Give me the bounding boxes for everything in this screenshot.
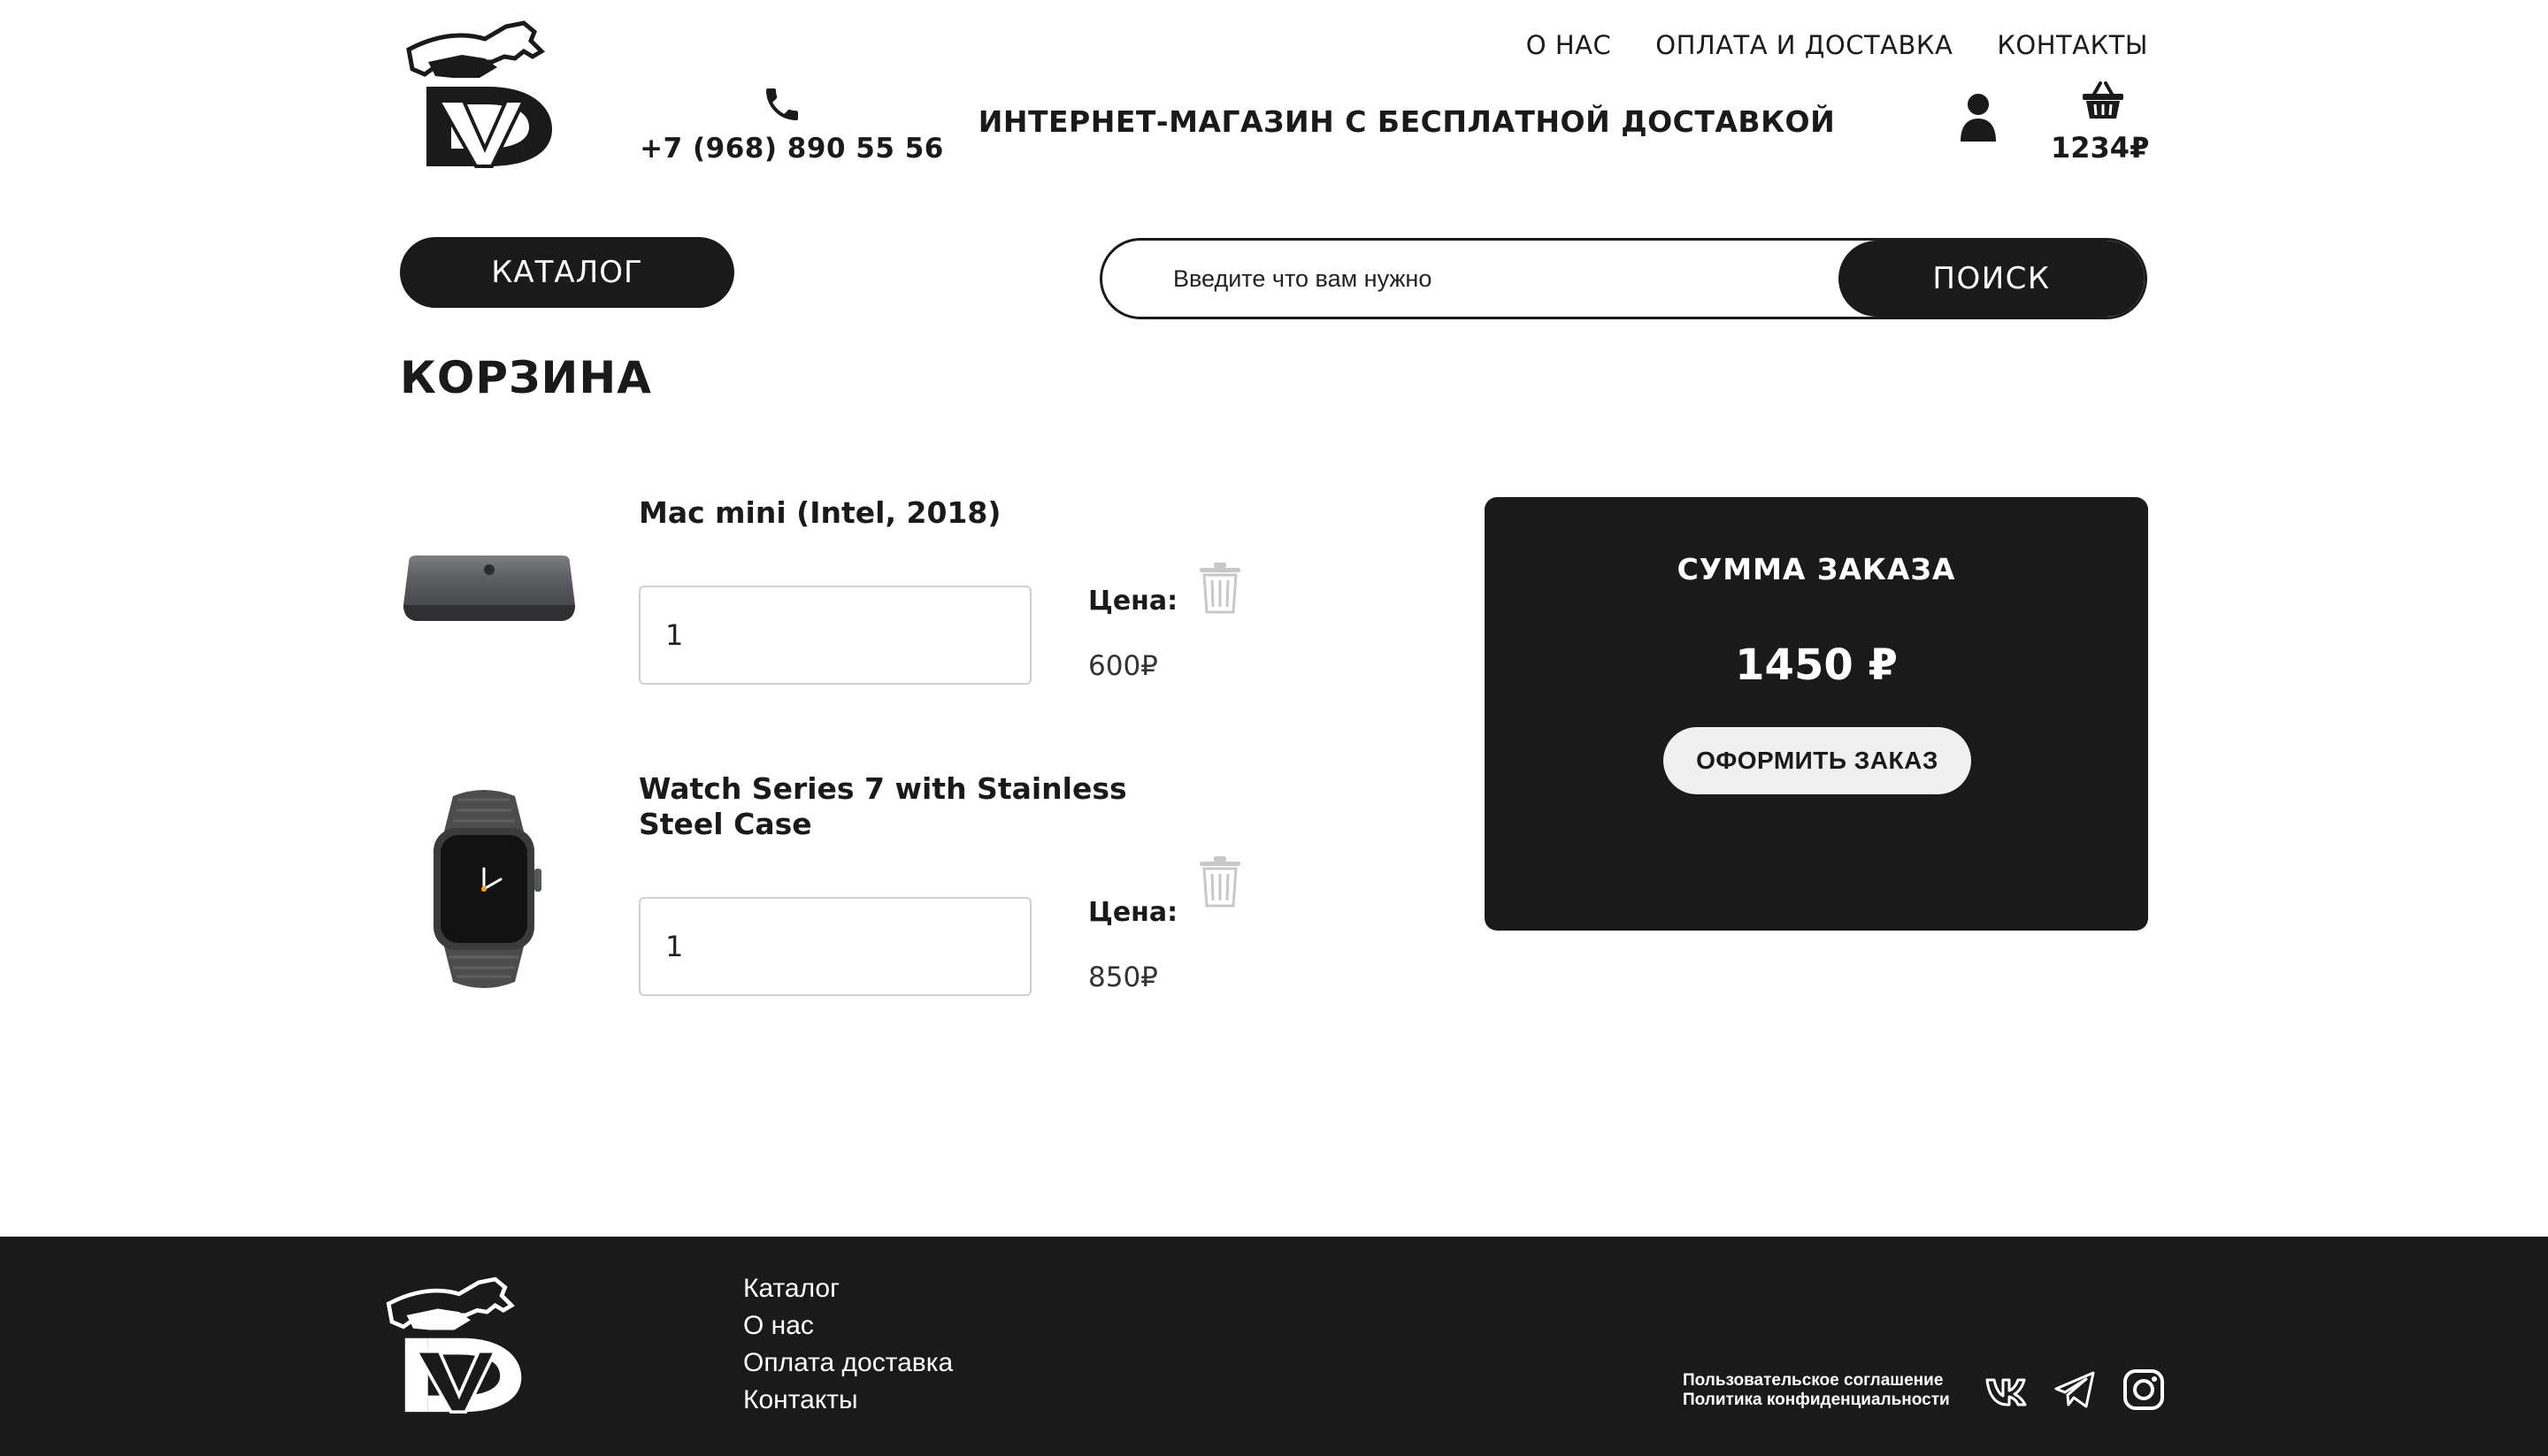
trash-icon[interactable] xyxy=(1198,856,1242,908)
search-bar: ПОИСК xyxy=(1100,238,2147,319)
price-value: 850₽ xyxy=(1088,962,1158,993)
nav-about[interactable]: О НАС xyxy=(1526,30,1611,60)
footer-legal: Пользовательское соглашение Политика кон… xyxy=(1683,1371,1950,1410)
logo[interactable] xyxy=(400,16,568,177)
product-image-apple-watch[interactable] xyxy=(418,787,550,991)
footer-logo[interactable] xyxy=(380,1272,536,1422)
cart-total[interactable]: 1234₽ xyxy=(2051,131,2149,165)
summary-total: 1450 ₽ xyxy=(1735,640,1898,690)
trash-icon[interactable] xyxy=(1198,563,1242,614)
footer-link-about[interactable]: О нас xyxy=(743,1309,953,1343)
price-value: 600₽ xyxy=(1088,650,1158,682)
price-label: Цена: xyxy=(1088,586,1178,617)
catalog-button[interactable]: КАТАЛОГ xyxy=(400,237,734,308)
phone-number[interactable]: +7 (968) 890 55 56 xyxy=(619,133,964,165)
privacy-policy-link[interactable]: Политика конфиденциальности xyxy=(1683,1391,1950,1410)
top-nav: О НАС ОПЛАТА И ДОСТАВКА КОНТАКТЫ xyxy=(1526,30,2148,60)
basket-icon[interactable] xyxy=(2081,80,2125,120)
search-button[interactable]: ПОИСК xyxy=(1838,241,2145,317)
store-tagline: ИНТЕРНЕТ-МАГАЗИН С БЕСПЛАТНОЙ ДОСТАВКОЙ xyxy=(978,104,1836,139)
user-agreement-link[interactable]: Пользовательское соглашение xyxy=(1683,1371,1950,1391)
quantity-input[interactable] xyxy=(639,897,1032,996)
phone-icon xyxy=(766,88,798,120)
product-name[interactable]: Watch Series 7 with Stainless Steel Case xyxy=(639,771,1134,842)
user-icon[interactable] xyxy=(1957,92,1999,142)
price-label: Цена: xyxy=(1088,897,1178,928)
vk-icon[interactable] xyxy=(1984,1368,2028,1412)
instagram-icon[interactable] xyxy=(2122,1368,2166,1412)
footer-link-payment-delivery[interactable]: Оплата доставка xyxy=(743,1346,953,1380)
footer-link-contacts[interactable]: Контакты xyxy=(743,1383,953,1417)
page-title: КОРЗИНА xyxy=(400,352,652,403)
quantity-input[interactable] xyxy=(639,586,1032,685)
search-input[interactable] xyxy=(1102,241,1838,317)
telegram-icon[interactable] xyxy=(2053,1368,2097,1412)
footer-link-catalog[interactable]: Каталог xyxy=(743,1272,953,1306)
order-summary: СУММА ЗАКАЗА 1450 ₽ ОФОРМИТЬ ЗАКАЗ xyxy=(1485,497,2148,931)
nav-contacts[interactable]: КОНТАКТЫ xyxy=(1997,30,2148,60)
nav-payment-delivery[interactable]: ОПЛАТА И ДОСТАВКА xyxy=(1655,30,1953,60)
product-name[interactable]: Mac mini (Intel, 2018) xyxy=(639,495,1134,531)
checkout-button[interactable]: ОФОРМИТЬ ЗАКАЗ xyxy=(1663,727,1971,794)
summary-title: СУММА ЗАКАЗА xyxy=(1677,552,1956,586)
product-image-mac-mini[interactable] xyxy=(400,554,579,625)
footer-nav: Каталог О нас Оплата доставка Контакты xyxy=(743,1272,953,1417)
